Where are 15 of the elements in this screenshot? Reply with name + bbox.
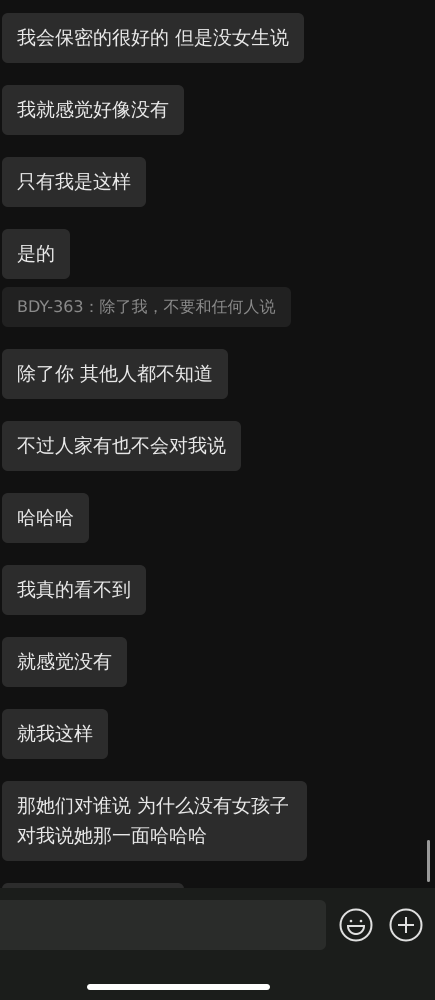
message-bubble: 只有我是这样 xyxy=(2,157,146,207)
message-bubble: 除了你 其他人都不知道 xyxy=(2,349,228,399)
message-bubble: 不过人家有也不会对我说 xyxy=(2,421,241,471)
quoted-message: BDY-363：除了我，不要和任何人说 xyxy=(2,287,291,327)
message-bubble: 那她们对谁说 为什么没有女孩子对我说她那一面哈哈哈 xyxy=(2,781,307,861)
message-bubble: 我真的看不到 xyxy=(2,565,146,615)
message-bubble: 哈哈哈 xyxy=(2,493,89,543)
message-bubble: 就感觉没有 xyxy=(2,637,127,687)
add-icon[interactable] xyxy=(389,908,423,942)
message-bubble: 我就感觉好像没有 xyxy=(2,85,184,135)
message-bubble: 就我这样 xyxy=(2,709,108,759)
message-bubble: 我会保密的很好的 但是没女生说 xyxy=(2,13,304,63)
scrollbar[interactable] xyxy=(427,840,430,882)
emoji-icon[interactable] xyxy=(339,908,373,942)
message-bubble: 是的 xyxy=(2,229,70,279)
